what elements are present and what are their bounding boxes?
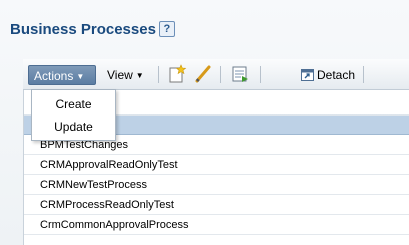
chevron-down-icon: ▼ xyxy=(76,72,85,81)
table-row[interactable]: CRMApprovalReadOnlyTest xyxy=(24,156,409,175)
business-processes-panel: Business Processes? Actions ▼ View ▼ Det… xyxy=(0,0,409,245)
toolbar-divider xyxy=(158,66,159,83)
menu-item-create[interactable]: Create xyxy=(32,93,115,115)
toolbar-divider xyxy=(260,66,261,83)
detach-label: Detach xyxy=(317,68,356,82)
page-title-text: Business Processes xyxy=(10,21,156,38)
view-menu-button[interactable]: View ▼ xyxy=(102,65,152,85)
table-row[interactable]: CRMProcessReadOnlyTest xyxy=(24,196,409,215)
detach-icon xyxy=(301,69,314,81)
view-label: View xyxy=(107,68,133,82)
page-title: Business Processes? xyxy=(10,21,175,38)
toolbar-divider xyxy=(220,66,221,83)
actions-menu-button[interactable]: Actions ▼ xyxy=(28,65,96,85)
table-row[interactable]: CrmCommonApprovalProcess xyxy=(24,216,409,235)
toolbar: Actions ▼ View ▼ Detach xyxy=(23,59,409,90)
chevron-down-icon: ▼ xyxy=(135,71,144,80)
menu-item-update[interactable]: Update xyxy=(32,116,115,138)
actions-label: Actions xyxy=(34,69,74,83)
create-new-icon[interactable] xyxy=(167,64,187,84)
toolbar-divider xyxy=(363,66,364,83)
help-icon[interactable]: ? xyxy=(158,21,175,37)
detach-button[interactable]: Detach xyxy=(296,65,360,85)
edit-pencil-icon[interactable] xyxy=(193,64,213,84)
table-row[interactable]: CRMNewTestProcess xyxy=(24,176,409,195)
export-spreadsheet-icon[interactable] xyxy=(230,64,250,84)
actions-dropdown-menu: Create Update xyxy=(31,89,116,141)
